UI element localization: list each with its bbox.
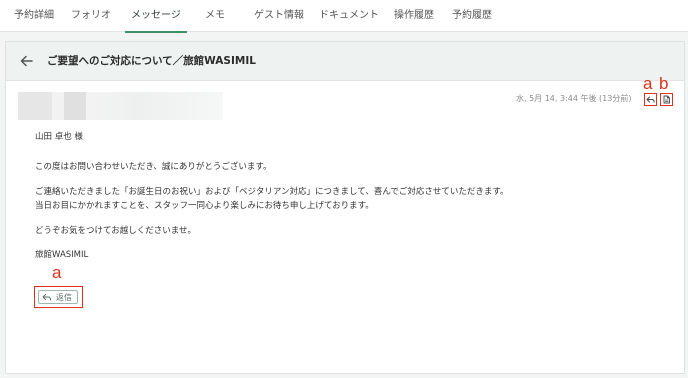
sender-info-redacted bbox=[18, 92, 223, 120]
reply-button[interactable]: 返信 bbox=[38, 290, 78, 304]
annotation-a-reply-button: a bbox=[52, 263, 62, 282]
tab-bar: 予約詳細 フォリオ メッセージ メモ ゲスト情報 ドキュメント 操作履歴 予約履… bbox=[0, 0, 688, 33]
arrow-left-icon[interactable] bbox=[18, 52, 36, 70]
tab-operation-history[interactable]: 操作履歴 bbox=[394, 0, 434, 32]
annotation-a-reply-icon: a bbox=[643, 74, 653, 93]
tab-folio[interactable]: フォリオ bbox=[71, 0, 111, 32]
message-title: ご要望へのご対応について／旅館WASIMIL bbox=[47, 55, 256, 67]
tab-memo[interactable]: メモ bbox=[205, 0, 225, 32]
body-line: ご連絡いただきました「お誕生日のお祝い」および「ベジタリアン対応」につきまして、… bbox=[35, 187, 509, 197]
tab-documents[interactable]: ドキュメント bbox=[319, 0, 379, 32]
signature: 旅館WASIMIL bbox=[35, 250, 89, 260]
message-panel: ご要望へのご対応について／旅館WASIMIL 水, 5月 14, 3:44 午後… bbox=[5, 41, 685, 374]
body-line: どうぞお気をつけてお越しくださいませ。 bbox=[35, 226, 196, 236]
tab-reservation-details[interactable]: 予約詳細 bbox=[14, 0, 54, 32]
tab-guest-info[interactable]: ゲスト情報 bbox=[254, 0, 304, 32]
tab-messages[interactable]: メッセージ bbox=[125, 0, 187, 33]
document-icon[interactable] bbox=[660, 93, 673, 106]
tab-reservation-history[interactable]: 予約履歴 bbox=[452, 0, 492, 32]
recipient-name: 山田 卓也 様 bbox=[35, 132, 83, 142]
message-header: ご要望へのご対応について／旅館WASIMIL bbox=[6, 42, 684, 81]
reply-button-highlight: 返信 bbox=[34, 286, 83, 308]
reply-icon[interactable] bbox=[644, 93, 657, 106]
message-timestamp: 水, 5月 14, 3:44 午後 (13分前) bbox=[516, 94, 632, 103]
body-line: 当日お目にかかれますことを、スタッフ一同心より楽しみにお待ち申し上げております。 bbox=[35, 201, 374, 211]
reply-button-label: 返信 bbox=[56, 293, 72, 302]
body-line: この度はお問い合わせいただき、誠にありがとうございます。 bbox=[35, 162, 272, 172]
annotation-b-print-icon: b bbox=[659, 74, 669, 93]
